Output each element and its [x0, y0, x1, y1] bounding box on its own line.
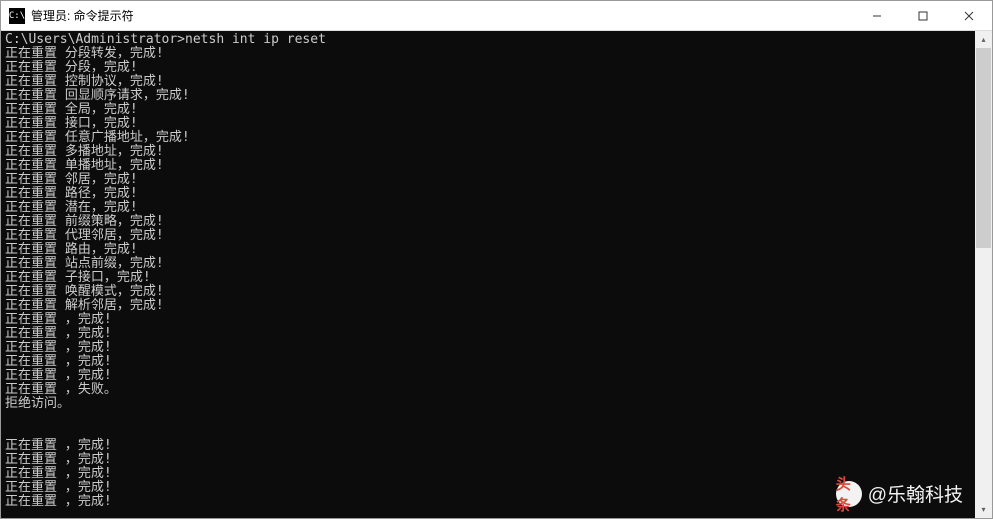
watermark: 头条 @乐翰科技	[836, 480, 963, 507]
watermark-text: @乐翰科技	[868, 480, 963, 507]
command-text: netsh int ip reset	[185, 32, 326, 47]
watermark-icon: 头条	[836, 481, 862, 507]
maximize-button[interactable]	[900, 1, 946, 30]
scroll-up-icon[interactable]: ▴	[975, 31, 992, 48]
prompt: C:\Users\Administrator>	[5, 32, 185, 47]
terminal-output[interactable]: C:\Users\Administrator>netsh int ip rese…	[1, 31, 975, 518]
window-controls	[854, 1, 992, 30]
scrollbar[interactable]: ▴ ▾	[975, 31, 992, 518]
terminal-lines: 正在重置 分段转发，完成! 正在重置 分段，完成! 正在重置 控制协议，完成! …	[5, 46, 190, 509]
cmd-icon: C:\	[9, 8, 25, 24]
terminal-wrapper: C:\Users\Administrator>netsh int ip rese…	[1, 31, 992, 518]
scrollbar-thumb[interactable]	[976, 48, 991, 248]
window-title: 管理员: 命令提示符	[31, 7, 854, 24]
minimize-button[interactable]	[854, 1, 900, 30]
cmd-window: C:\ 管理员: 命令提示符 C:\Users\Administrator>ne…	[0, 0, 993, 519]
titlebar: C:\ 管理员: 命令提示符	[1, 1, 992, 31]
scroll-down-icon[interactable]: ▾	[975, 501, 992, 518]
close-button[interactable]	[946, 1, 992, 30]
